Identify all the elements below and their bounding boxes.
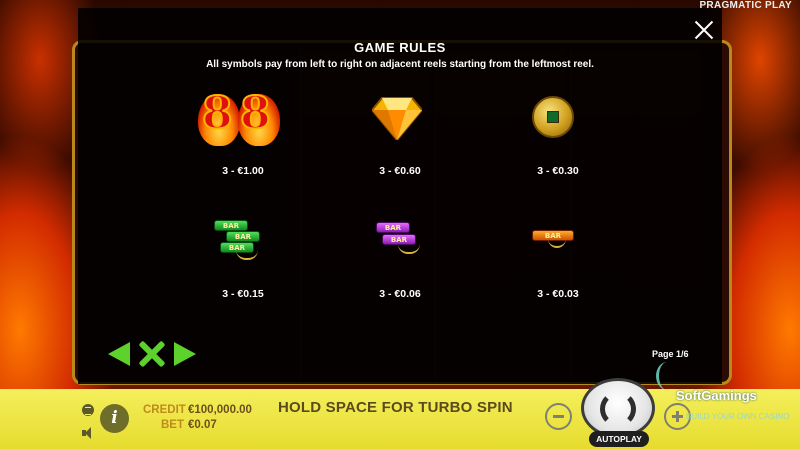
menu-icon[interactable] (82, 404, 94, 416)
spin-button[interactable] (581, 378, 655, 438)
watermark-tagline: BUILD YOUR OWN CASINO (686, 412, 790, 421)
double-bar-symbol: BAR BAR (372, 220, 428, 264)
close-paytable-x-icon[interactable] (138, 340, 166, 368)
triple-bar-symbol: BAR BAR BAR (212, 218, 268, 266)
payout-label: 3 - €0.30 (537, 165, 579, 177)
next-page-arrow-icon[interactable] (174, 342, 196, 366)
page-indicator: Page 1/6 (652, 349, 689, 359)
credit-label: CREDIT (143, 404, 186, 416)
info-icon[interactable]: i (100, 404, 129, 433)
watermark-name: SoftGamings (676, 388, 757, 403)
payout-label: 3 - €1.00 (222, 165, 264, 177)
rules-title: GAME RULES (354, 40, 446, 55)
payout-label: 3 - €0.60 (379, 165, 421, 177)
bet-label: BET (161, 419, 184, 431)
close-icon[interactable] (694, 20, 714, 40)
coin-symbol (532, 96, 574, 138)
sound-icon[interactable] (82, 427, 94, 439)
decrease-bet-button[interactable] (545, 403, 572, 430)
softgamings-logo-icon (656, 362, 678, 390)
bet-value: €0.07 (188, 419, 217, 431)
credit-value: €100,000.00 (188, 404, 252, 416)
payout-label: 3 - €0.15 (222, 288, 264, 300)
turbo-spin-message: HOLD SPACE FOR TURBO SPIN (278, 399, 513, 416)
payout-label: 3 - €0.03 (537, 288, 579, 300)
flaming-88-symbol: 8 8 (198, 86, 282, 146)
autoplay-button[interactable]: AUTOPLAY (589, 431, 649, 447)
single-bar-symbol: BAR (528, 226, 584, 258)
spin-arrows-icon (600, 391, 636, 427)
previous-page-arrow-icon[interactable] (108, 342, 130, 366)
payout-label: 3 - €0.06 (379, 288, 421, 300)
diamond-symbol (372, 97, 422, 140)
rules-description: All symbols pay from left to right on ad… (206, 59, 594, 70)
